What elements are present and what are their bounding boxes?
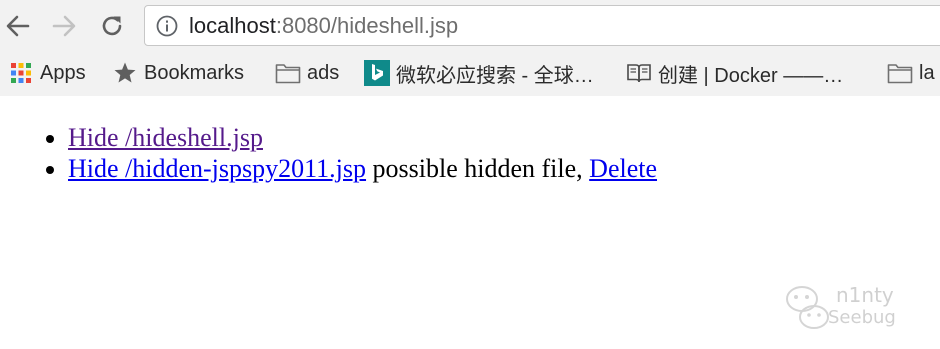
bookmark-label: Bookmarks [144, 61, 245, 84]
bookmark-apps[interactable]: Apps [8, 58, 86, 88]
browser-chrome: localhost:8080/hideshell.jsp Apps Bookma… [0, 0, 940, 97]
bookmark-label: Apps [40, 61, 86, 84]
reload-icon [102, 16, 122, 36]
url-host: localhost [189, 13, 276, 38]
hidden-file-note: possible hidden file, [366, 154, 590, 183]
wechat-logo-icon [786, 286, 829, 329]
bookmark-bookmarks[interactable]: Bookmarks [112, 58, 244, 88]
arrow-right-icon [52, 15, 76, 37]
hide-link[interactable]: Hide /hideshell.jsp [68, 123, 263, 152]
delete-link[interactable]: Delete [589, 154, 657, 183]
watermark-author: n1nty [836, 283, 894, 307]
folder-icon [887, 61, 913, 85]
folder-icon [275, 61, 301, 85]
bookmark-label: 微软必应搜索 - 全球… [396, 64, 594, 87]
bing-icon [364, 60, 390, 86]
apps-grid-icon [8, 61, 34, 85]
url-text[interactable]: localhost:8080/hideshell.jsp [189, 14, 458, 38]
arrow-left-icon [6, 15, 30, 37]
watermark-brand: Seebug [828, 307, 896, 328]
star-icon [112, 61, 138, 85]
browser-toolbar: localhost:8080/hideshell.jsp [0, 0, 940, 52]
bookmark-label: la [919, 61, 935, 84]
file-list: Hide /hideshell.jsp Hide /hidden-jspspy2… [0, 122, 657, 184]
page-content: Hide /hideshell.jsp Hide /hidden-jspspy2… [0, 96, 940, 349]
bookmark-folder-la[interactable]: la [887, 58, 935, 88]
list-item: Hide /hidden-jspspy2011.jsp possible hid… [68, 153, 657, 184]
book-icon [626, 61, 652, 85]
address-bar[interactable]: localhost:8080/hideshell.jsp [144, 5, 940, 46]
watermark: n1nty Seebug [784, 281, 914, 341]
url-path: :8080/hideshell.jsp [275, 13, 459, 38]
bookmark-bing[interactable]: 微软必应搜索 - 全球… [364, 58, 594, 88]
forward-button[interactable] [46, 8, 82, 44]
bookmark-label: ads [307, 61, 340, 84]
bookmark-docker[interactable]: 创建 | Docker ——… [626, 58, 843, 88]
reload-button[interactable] [94, 8, 130, 44]
bookmark-folder-ads[interactable]: ads [275, 58, 339, 88]
list-item: Hide /hideshell.jsp [68, 122, 657, 153]
bookmark-label: 创建 | Docker ——… [658, 64, 844, 87]
back-button[interactable] [0, 8, 36, 44]
info-icon[interactable] [156, 15, 178, 37]
bookmarks-bar: Apps Bookmarks ads 微软必应搜索 - 全球… 创建 | Doc… [0, 55, 940, 91]
hide-link[interactable]: Hide /hidden-jspspy2011.jsp [68, 154, 366, 183]
